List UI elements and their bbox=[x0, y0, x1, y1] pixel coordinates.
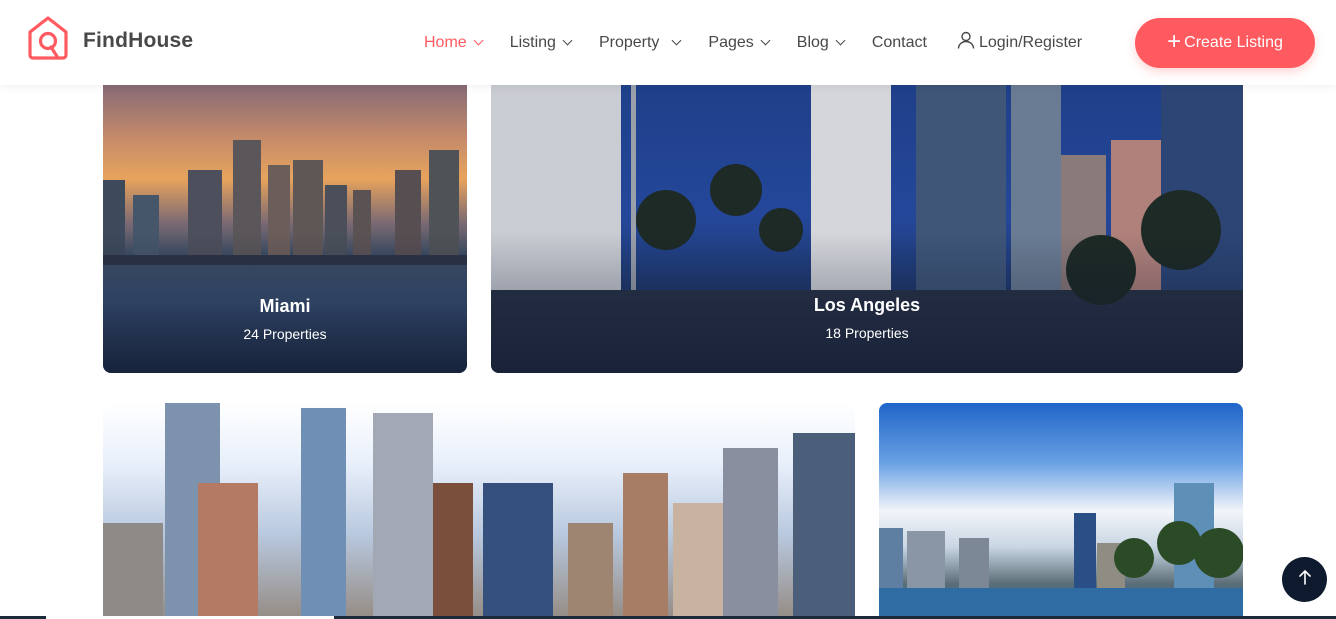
logo[interactable]: FindHouse bbox=[27, 15, 193, 66]
nav-item-property[interactable]: Property bbox=[598, 33, 682, 52]
nav-item-label: Blog bbox=[796, 33, 829, 51]
nav-item-label: Listing bbox=[509, 33, 556, 51]
create-listing-button[interactable]: + Create Listing bbox=[1135, 18, 1315, 68]
nav-item-label: Contact bbox=[871, 33, 927, 51]
back-to-top-button[interactable] bbox=[1282, 557, 1327, 602]
nav-item-label: Property bbox=[598, 33, 660, 51]
city-name: Miami bbox=[259, 296, 311, 316]
city-image bbox=[879, 483, 1243, 619]
chevron-down-icon bbox=[760, 35, 771, 46]
page: FindHouse Home Listing Property Pages Bl… bbox=[0, 0, 1336, 619]
brand-name: FindHouse bbox=[83, 28, 194, 52]
nav-item-contact[interactable]: Contact bbox=[872, 34, 927, 52]
nav-item-label: Pages bbox=[708, 33, 754, 51]
city-name: Los Angeles bbox=[813, 295, 921, 315]
city-card-new-york[interactable] bbox=[103, 403, 855, 619]
card-info: Los Angeles 18 Properties bbox=[491, 295, 1243, 341]
login-register-label: Login/Register bbox=[978, 33, 1083, 51]
chevron-down-icon bbox=[835, 35, 846, 46]
nav-item-pages[interactable]: Pages bbox=[708, 33, 771, 52]
chevron-down-icon bbox=[473, 35, 484, 46]
arrow-up-icon bbox=[1298, 569, 1312, 590]
chevron-down-icon bbox=[562, 35, 573, 46]
city-card-los-angeles[interactable]: Los Angeles 18 Properties bbox=[491, 60, 1243, 373]
site-header: FindHouse Home Listing Property Pages Bl… bbox=[0, 0, 1336, 85]
card-info: Miami 24 Properties bbox=[103, 296, 467, 342]
create-listing-label: Create Listing bbox=[1184, 34, 1283, 51]
nav-item-label: Home bbox=[424, 33, 467, 51]
city-image bbox=[103, 403, 855, 619]
property-count: 18 Properties bbox=[825, 325, 909, 341]
user-icon bbox=[957, 31, 979, 54]
chevron-down-icon bbox=[671, 35, 682, 46]
city-card-orlando[interactable] bbox=[879, 403, 1243, 619]
city-card-miami[interactable]: Miami 24 Properties bbox=[103, 60, 467, 373]
plus-icon: + bbox=[1167, 27, 1182, 55]
property-count: 24 Properties bbox=[243, 326, 327, 342]
nav-item-blog[interactable]: Blog bbox=[796, 33, 846, 52]
nav-item-listing[interactable]: Listing bbox=[509, 33, 573, 52]
main-nav: Home Listing Property Pages Blog Contact bbox=[424, 31, 1110, 54]
login-register-link[interactable]: Login/Register bbox=[957, 31, 1082, 54]
house-logo-icon bbox=[27, 15, 69, 66]
nav-item-home[interactable]: Home bbox=[424, 33, 484, 52]
